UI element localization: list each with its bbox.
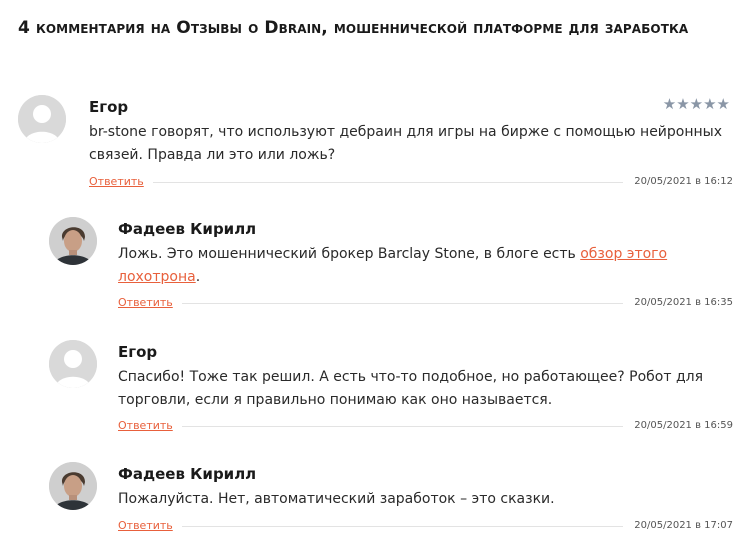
default-avatar-icon <box>49 340 97 388</box>
divider <box>182 526 623 527</box>
comment-footer: Ответить 20/05/2021 в 16:35 <box>118 295 733 311</box>
comment-reply: Фадеев Кирилл Ложь. Это мошеннический бр… <box>0 0 742 545</box>
comment-author: Егор <box>89 98 129 116</box>
comment-footer: Ответить 20/05/2021 в 16:59 <box>118 418 733 434</box>
comment-date: 20/05/2021 в 16:59 <box>634 420 733 431</box>
comment: Егор ★★★★★ br-stone говорят, что использ… <box>0 0 742 545</box>
comment-author: Фадеев Кирилл <box>118 220 257 238</box>
divider <box>153 182 623 183</box>
comment-text-part: . <box>195 269 201 285</box>
reply-link[interactable]: Ответить <box>118 518 173 534</box>
comment-text: br-stone говорят, что используют дебраин… <box>89 124 723 163</box>
comment-reply: Егор Спасибо! Тоже так решил. А есть что… <box>0 0 742 545</box>
default-avatar-icon <box>18 95 66 143</box>
divider <box>182 426 623 427</box>
comments-heading: 4 комментария на Отзывы о Dbrain, мошенн… <box>18 18 689 38</box>
user-photo <box>49 217 97 265</box>
comment-date: 20/05/2021 в 17:07 <box>634 520 733 531</box>
comment-text-part: Ложь. Это мошеннический брокер Barclay S… <box>118 246 581 262</box>
comment-footer: Ответить 20/05/2021 в 17:07 <box>118 518 733 534</box>
comments-section: 4 комментария на Отзывы о Dbrain, мошенн… <box>0 0 742 545</box>
comment-text: Пожалуйста. Нет, автоматический заработо… <box>118 491 555 507</box>
reply-link[interactable]: Ответить <box>118 418 173 434</box>
comment-reply: Фадеев Кирилл Пожалуйста. Нет, автоматич… <box>0 0 742 545</box>
comment-date: 20/05/2021 в 16:35 <box>634 297 733 308</box>
review-link[interactable]: обзор этого лохотрона <box>118 246 667 285</box>
comment-text: Ложь. Это мошеннический брокер Barclay S… <box>118 243 718 289</box>
divider <box>182 303 623 304</box>
user-photo <box>49 462 97 510</box>
reply-link[interactable]: Ответить <box>118 295 173 311</box>
rating-stars: ★★★★★ <box>662 95 730 113</box>
comment-author: Егор <box>118 343 158 361</box>
comment-date: 20/05/2021 в 16:12 <box>634 176 733 187</box>
comment-author: Фадеев Кирилл <box>118 465 257 483</box>
comment-footer: Ответить 20/05/2021 в 16:12 <box>89 174 733 190</box>
reply-link[interactable]: Ответить <box>89 174 144 190</box>
comment-text: Спасибо! Тоже так решил. А есть что-то п… <box>118 369 704 408</box>
